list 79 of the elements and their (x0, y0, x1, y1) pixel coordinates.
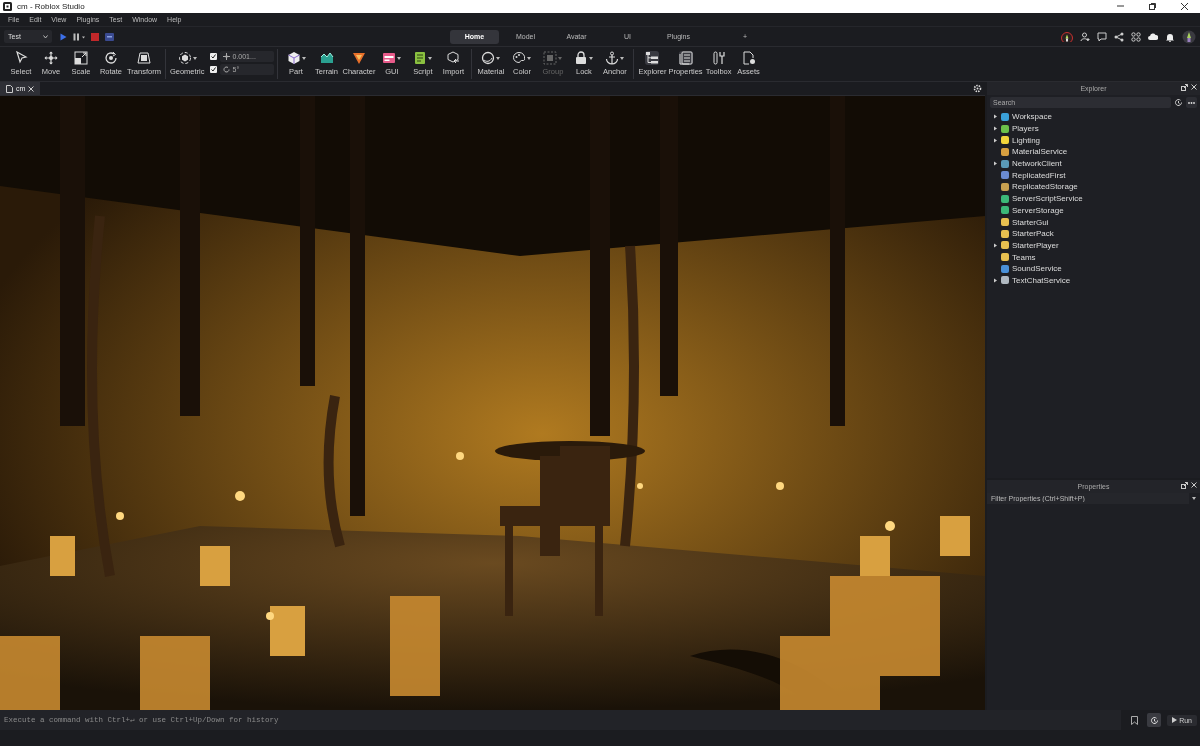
anchor-icon (605, 51, 620, 65)
grid-icon[interactable] (1131, 31, 1141, 42)
character-icon (351, 51, 366, 65)
lock-icon (574, 51, 589, 65)
sphere-icon (481, 51, 496, 65)
transform-icon (136, 51, 151, 65)
check-icon (210, 67, 216, 72)
checkbox[interactable] (209, 66, 217, 73)
import-icon (446, 51, 461, 65)
chevron-icon (43, 34, 48, 39)
add-person-icon[interactable] (1080, 31, 1090, 42)
document-list-icon (678, 51, 693, 65)
chat-icon[interactable] (1097, 31, 1107, 42)
tree-item[interactable]: Lighting (1012, 135, 1041, 145)
caret-icon (527, 56, 532, 60)
restore-icon[interactable] (1147, 2, 1157, 11)
caret-icon (558, 56, 563, 60)
tree-item[interactable]: SoundService (1012, 264, 1062, 274)
caret-icon (589, 56, 594, 60)
screen-icon[interactable] (105, 32, 114, 41)
expand-arrow-icon[interactable] (993, 277, 998, 283)
file-gear-icon (741, 51, 756, 65)
tree-item[interactable]: StarterPlayer (1012, 240, 1059, 250)
caret-icon (620, 56, 625, 60)
cube-icon (286, 51, 301, 65)
palette-icon (512, 51, 527, 65)
cloud-icon[interactable] (1148, 31, 1158, 42)
play-icon (1172, 717, 1178, 723)
caret-icon[interactable] (1192, 497, 1196, 500)
tree-item[interactable]: StarterPack (1012, 229, 1054, 239)
geometric-icon (177, 51, 192, 65)
stop-icon[interactable] (91, 32, 99, 41)
expand-arrow-icon[interactable] (993, 242, 998, 248)
ellipsis-icon (1188, 101, 1195, 104)
bell-icon[interactable] (1165, 31, 1175, 42)
rotate-icon (222, 66, 230, 73)
document-icon (6, 84, 13, 93)
tree-item[interactable]: Workspace (1012, 112, 1052, 122)
tree-item[interactable]: ServerScriptService (1012, 194, 1083, 204)
undock-icon[interactable] (1181, 84, 1188, 91)
history-icon[interactable] (1149, 715, 1159, 725)
tree-item[interactable]: StarterGui (1012, 217, 1049, 227)
tree-item[interactable]: ReplicatedFirst (1012, 170, 1066, 180)
cursor-icon (14, 51, 28, 65)
move-arrows-icon (44, 51, 58, 65)
history-icon[interactable] (1174, 98, 1183, 107)
play-icon[interactable] (60, 32, 67, 41)
tools-icon (711, 51, 726, 65)
tree-item[interactable]: NetworkClient (1012, 159, 1062, 169)
hierarchy-icon (645, 51, 660, 65)
more-button[interactable] (1186, 97, 1197, 108)
bookmark-icon[interactable] (1130, 715, 1138, 725)
tree-item[interactable]: TextChatService (1012, 275, 1071, 285)
pause-icon[interactable] (73, 32, 85, 41)
caret-icon (301, 56, 306, 60)
window-title: cm - Roblox Studio (17, 2, 86, 11)
checkbox[interactable] (209, 53, 217, 60)
settings-icon[interactable] (973, 84, 982, 93)
scale-icon (74, 51, 88, 65)
terrain-icon (319, 51, 334, 65)
tree-item[interactable]: ServerStorage (1012, 205, 1064, 215)
caret-icon (397, 56, 402, 60)
rotate-icon (104, 51, 118, 65)
tree-item[interactable]: MaterialService (1012, 147, 1068, 157)
gui-icon (382, 51, 397, 65)
check-icon (210, 54, 216, 59)
caret-icon (428, 56, 433, 60)
tree-item[interactable]: ReplicatedStorage (1012, 182, 1078, 192)
expand-arrow-icon[interactable] (993, 161, 998, 167)
close-icon[interactable] (1179, 2, 1189, 11)
undock-icon[interactable] (1181, 482, 1188, 489)
caret-icon (496, 56, 501, 60)
group-icon (543, 51, 558, 65)
caret-icon (192, 56, 197, 60)
script-icon (413, 51, 428, 65)
tree-item[interactable]: Teams (1012, 252, 1036, 262)
move-arrows-icon (222, 53, 230, 60)
tree-item[interactable]: Players (1012, 124, 1039, 134)
share-icon[interactable] (1114, 31, 1124, 42)
